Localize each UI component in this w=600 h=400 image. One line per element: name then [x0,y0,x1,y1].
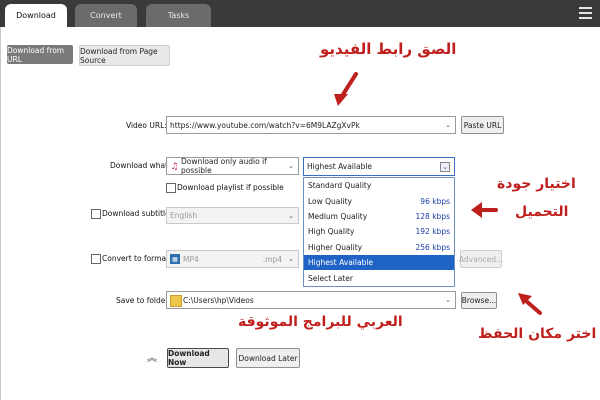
download-later-label: Download Later [238,353,298,363]
music-note-icon: ♫ [170,161,179,172]
convert-format-value: MP4 [183,254,199,264]
save-folder-label: Save to folder: [116,296,171,305]
advanced-button[interactable]: Advanced... [458,250,504,268]
option-rate: 256 kbps [415,242,450,252]
tab-tasks[interactable]: Tasks [146,4,211,27]
subtitles-value: English [170,211,198,220]
annotation-choose-quality-line1: اختيار جودة [497,176,576,192]
video-url-value: https://www.youtube.com/watch?v=6M9LAZgX… [170,120,360,130]
option-rate: 128 kbps [415,211,450,221]
chevron-down-icon: ⌄ [288,255,294,263]
chevron-down-icon[interactable]: ⌄ [445,296,451,304]
option-label: Higher Quality [308,242,363,252]
hamburger-menu-icon[interactable] [579,7,592,20]
browse-button[interactable]: Browse... [461,292,497,309]
chevron-down-icon[interactable]: ⌄ [440,161,450,172]
download-now-label: Download Now [168,349,210,367]
video-url-label: Video URL: [126,121,167,130]
main-panel [0,27,600,400]
paste-url-button[interactable]: Paste URL [461,116,504,134]
option-rate: 192 kbps [415,227,450,237]
option-label: Select Later [308,273,353,283]
quality-select[interactable]: Highest Available ⌄ [303,157,455,176]
tab-download[interactable]: Download [5,4,67,27]
download-from-url-label: Download from URL [7,45,65,64]
quality-option[interactable]: Select Later [304,270,454,285]
red-arrow-icon [518,293,542,315]
convert-label: Convert to format: [102,254,172,263]
quality-option[interactable]: High Quality 192 kbps [304,224,454,239]
annotation-paste-link: الصق رابط الفيديو [320,40,457,58]
tab-convert[interactable]: Convert [75,4,137,27]
convert-format-select[interactable]: ▦ MP4 .mp4 ⌄ [166,250,299,268]
save-folder-value: C:\Users\hp\Videos [183,295,254,305]
subtitles-checkbox[interactable] [91,209,101,219]
browse-label: Browse... [461,296,497,305]
paste-url-label: Paste URL [463,120,502,130]
tab-bar: Download Convert Tasks [0,0,600,27]
red-arrow-icon [334,72,358,106]
quality-dropdown-list: Standard Quality Low Quality 96 kbps Medi… [303,177,455,287]
download-what-label: Download what: [110,161,171,170]
quality-value: Highest Available [307,162,373,171]
playlist-checkbox[interactable] [166,183,176,193]
annotation-choose-location: اختر مكان الحفظ [478,326,597,342]
option-label: Low Quality [308,196,352,206]
playlist-label: Download playlist if possible [177,183,284,192]
subtitles-select[interactable]: English ⌄ [166,207,299,224]
quality-option-selected[interactable]: Highest Available [304,254,454,271]
download-from-url-button[interactable]: Download from URL [7,45,73,64]
option-rate: 96 kbps [420,196,450,206]
film-icon: ▦ [170,254,180,264]
convert-ext-value: .mp4 [262,254,282,264]
download-later-button[interactable]: Download Later [236,348,300,368]
save-folder-input[interactable]: C:\Users\hp\Videos ⌄ [166,291,456,309]
option-label: Medium Quality [308,211,368,221]
chevron-down-icon[interactable]: ⌄ [445,121,451,129]
download-what-select[interactable]: ♫ Download only audio if possible ⌄ [166,157,299,175]
download-what-value: Download only audio if possible [181,157,267,175]
tab-tasks-label: Tasks [167,11,190,20]
quality-option[interactable]: Standard Quality [304,178,454,193]
red-arrow-icon [471,202,498,218]
double-chevron-up-icon[interactable]: ︽ [147,350,157,364]
advanced-label: Advanced... [458,254,504,264]
folder-icon [170,295,182,307]
download-from-page-source-button[interactable]: Download from Page Source [79,45,170,66]
option-label: Highest Available [308,258,374,268]
download-from-page-source-label: Download from Page Source [80,46,158,65]
video-url-input[interactable]: https://www.youtube.com/watch?v=6M9LAZgX… [166,116,456,134]
quality-option[interactable]: Medium Quality 128 kbps [304,209,454,224]
chevron-down-icon: ⌄ [288,162,294,170]
tab-convert-label: Convert [90,11,122,20]
annotation-choose-quality-line2: التحميل [515,204,569,220]
download-now-button[interactable]: Download Now [167,348,229,368]
quality-option[interactable]: Low Quality 96 kbps [304,193,454,208]
annotation-watermark: العربي للبرامج الموثوقة [238,314,403,330]
option-label: High Quality [308,227,355,237]
quality-option[interactable]: Higher Quality 256 kbps [304,240,454,255]
tab-download-label: Download [16,11,56,20]
convert-checkbox[interactable] [91,254,101,264]
chevron-down-icon: ⌄ [288,211,294,220]
option-label: Standard Quality [308,181,372,191]
